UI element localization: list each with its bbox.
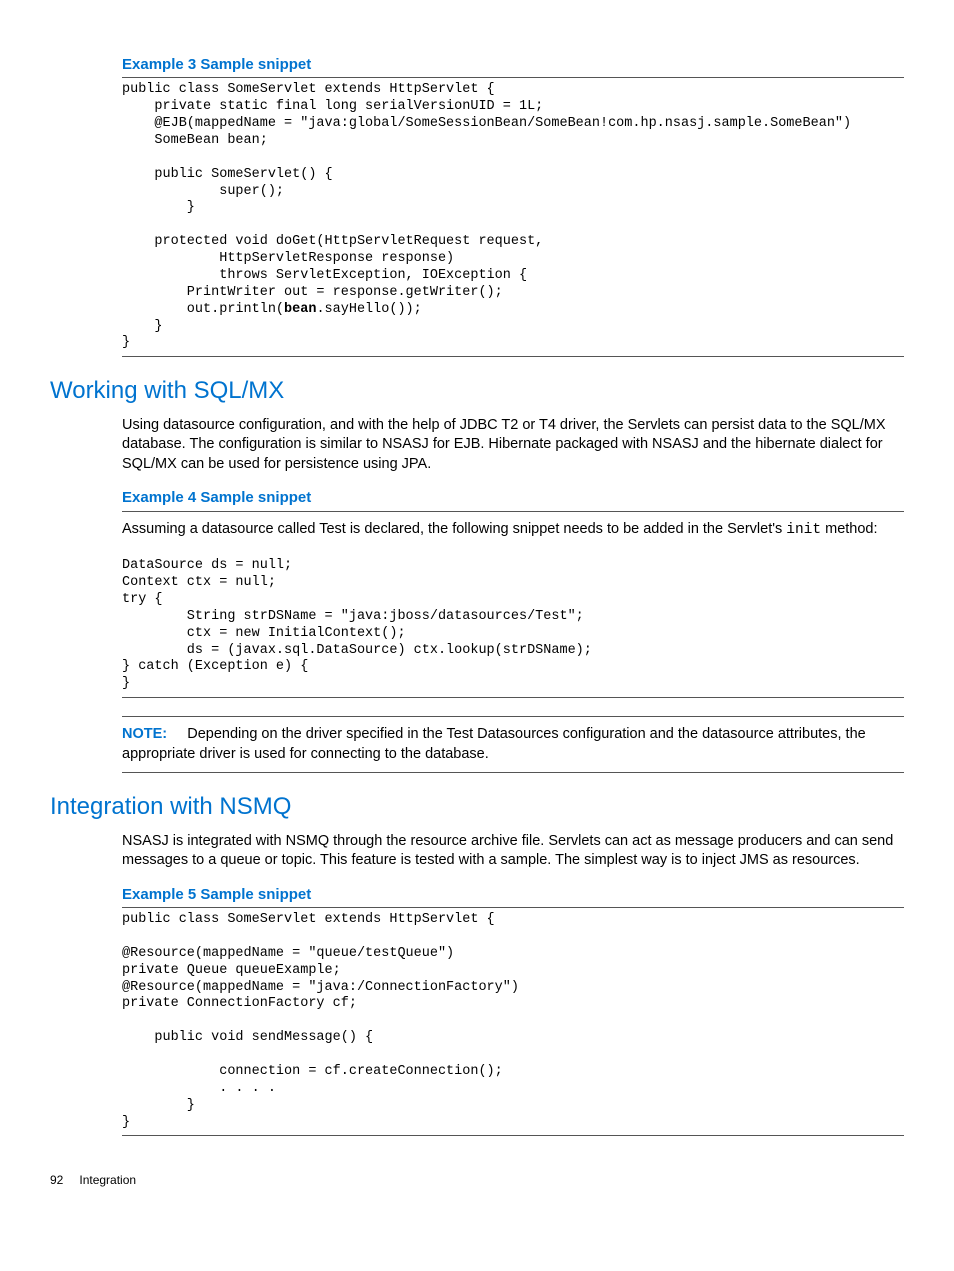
- code-bold: bean: [284, 302, 316, 317]
- example-3-heading: Example 3 Sample snippet: [122, 55, 904, 75]
- section-nsmq-para: NSASJ is integrated with NSMQ through th…: [122, 832, 904, 871]
- note-text: Depending on the driver specified in the…: [122, 726, 866, 762]
- example-4-intro: Assuming a datasource called Test is dec…: [122, 520, 904, 541]
- page-footer: 92 Integration: [50, 1172, 904, 1188]
- intro-pre: Assuming a datasource called Test is dec…: [122, 521, 786, 537]
- note-block: NOTE: Depending on the driver specified …: [122, 716, 904, 773]
- intro-code: init: [786, 522, 821, 538]
- example-5-heading: Example 5 Sample snippet: [122, 885, 904, 905]
- page-number: 92: [50, 1173, 63, 1187]
- section-sqlmx-para: Using datasource configuration, and with…: [122, 416, 904, 475]
- example-3-code: public class SomeServlet extends HttpSer…: [122, 77, 904, 357]
- code-pre: public class SomeServlet extends HttpSer…: [122, 82, 851, 316]
- section-sqlmx-heading: Working with SQL/MX: [50, 375, 904, 407]
- example-4-heading: Example 4 Sample snippet: [122, 488, 904, 508]
- footer-title: Integration: [79, 1173, 136, 1187]
- example-5-code: public class SomeServlet extends HttpSer…: [122, 907, 904, 1136]
- example-4-code: DataSource ds = null; Context ctx = null…: [122, 554, 904, 698]
- intro-post: method:: [821, 521, 877, 537]
- section-nsmq-heading: Integration with NSMQ: [50, 791, 904, 823]
- note-label: NOTE:: [122, 726, 167, 742]
